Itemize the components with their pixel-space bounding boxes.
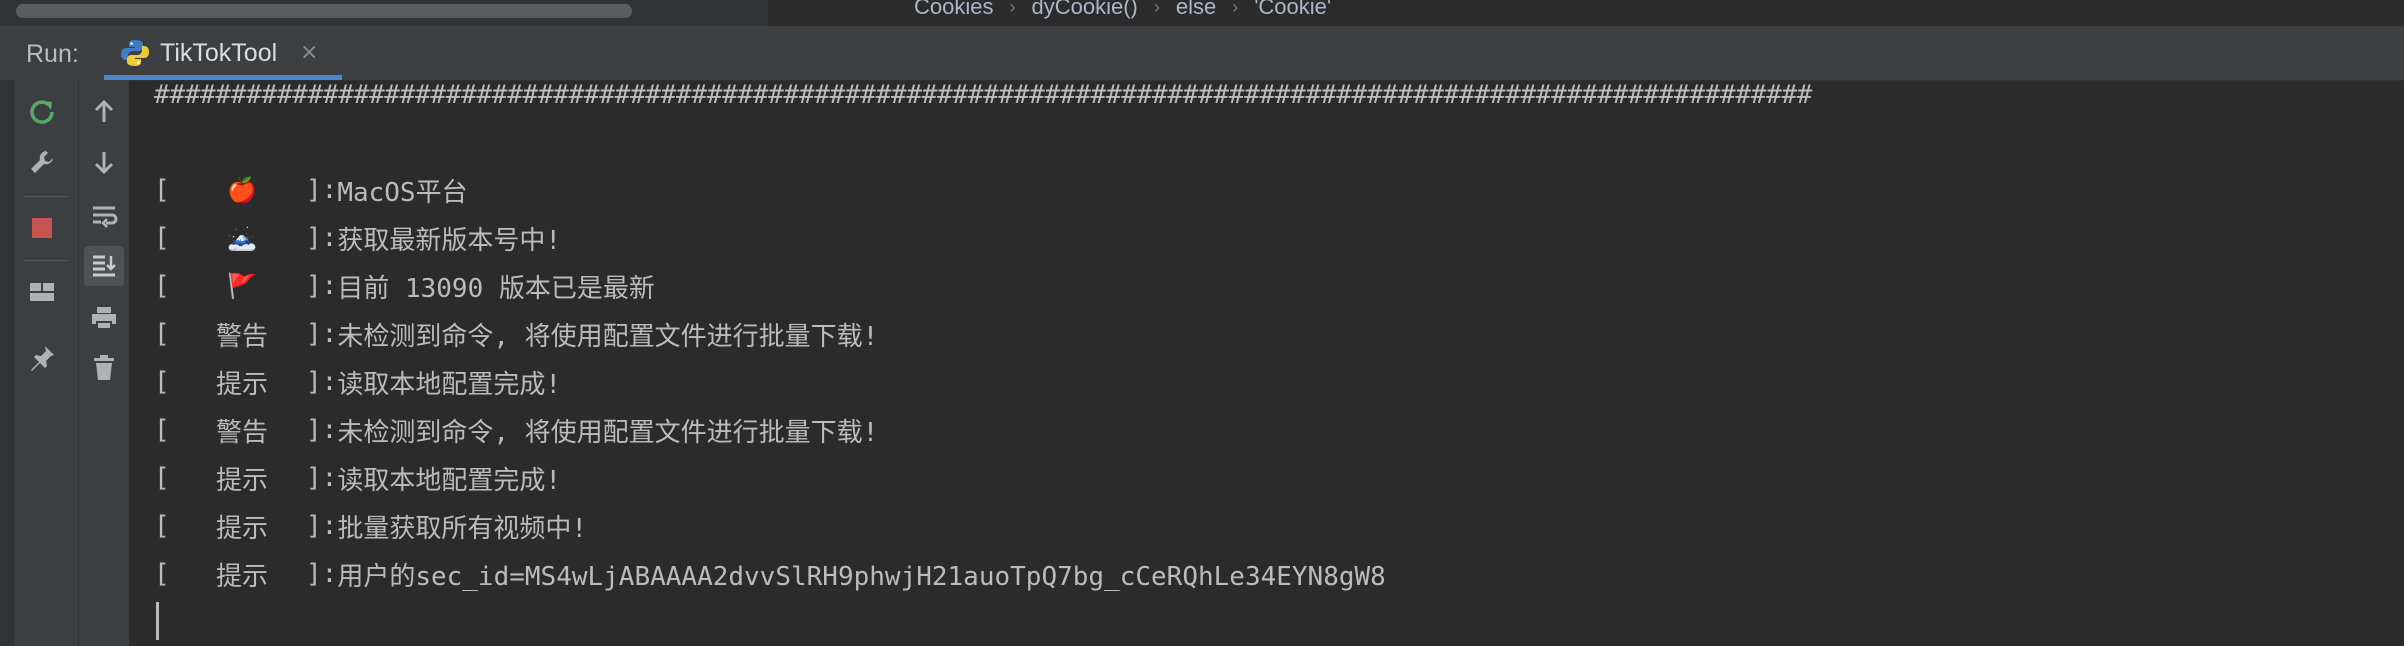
layout-button[interactable] xyxy=(22,272,62,312)
stop-icon xyxy=(32,218,52,238)
clear-all-button[interactable] xyxy=(84,348,124,388)
log-line: [ 提示]: 读取本地配置完成! xyxy=(154,362,561,402)
layout-icon xyxy=(30,283,54,301)
bracket-open: [ xyxy=(154,175,170,205)
bracket-open: [ xyxy=(154,223,170,253)
soft-wrap-button[interactable] xyxy=(84,196,124,236)
mountain-icon: 🗻 xyxy=(227,224,257,252)
settings-button[interactable] xyxy=(22,142,62,182)
log-line: [ 警告]: 未检测到命令, 将使用配置文件进行批量下载! xyxy=(154,410,878,450)
bracket-close: ]: xyxy=(306,367,338,397)
separator-line: ########################################… xyxy=(154,80,1813,110)
previous-occurrence-button[interactable] xyxy=(84,92,124,132)
bracket-open: [ xyxy=(154,511,170,541)
breadcrumb: Cookies › dyCookie() › else › 'Cookie' xyxy=(914,0,1331,20)
bracket-open: [ xyxy=(154,463,170,493)
bracket-open: [ xyxy=(154,319,170,349)
console-output[interactable]: ########################################… xyxy=(154,78,2384,646)
horizontal-scrollbar[interactable] xyxy=(16,4,632,18)
left-edge-strip xyxy=(0,80,14,646)
bracket-open: [ xyxy=(154,367,170,397)
log-tag: 警告 xyxy=(215,321,268,352)
pin-tab-button[interactable] xyxy=(22,338,62,378)
run-label: Run: xyxy=(26,40,79,68)
log-tag: 警告 xyxy=(215,417,268,448)
log-message: 目前 13090 版本已是最新 xyxy=(337,273,655,304)
run-tab-label: TikTokTool xyxy=(160,39,278,67)
scroll-to-end-icon xyxy=(93,255,116,277)
print-icon xyxy=(92,307,116,330)
log-line: [ 警告]: 未检测到命令, 将使用配置文件进行批量下载! xyxy=(154,314,878,354)
bracket-close: ]: xyxy=(306,319,338,349)
bracket-close: ]: xyxy=(306,223,338,253)
log-message: 未检测到命令, 将使用配置文件进行批量下载! xyxy=(337,321,879,352)
bracket-open: [ xyxy=(154,559,170,589)
log-message: 获取最新版本号中! xyxy=(337,225,561,256)
bracket-close: ]: xyxy=(306,415,338,445)
bracket-close: ]: xyxy=(306,511,338,541)
breadcrumb-item-cookie-string[interactable]: 'Cookie' xyxy=(1254,0,1331,20)
run-toolbar-primary xyxy=(14,80,78,646)
log-line: [ 提示]: 用户的sec_id=MS4wLjABAAAA2dvvSlRH9phwj… xyxy=(154,554,1386,594)
log-message: 批量获取所有视频中! xyxy=(337,513,587,544)
run-tab-tiktoktool[interactable]: TikTokTool × xyxy=(104,26,342,80)
flag-icon: 🚩 xyxy=(227,272,257,300)
bracket-close: ]: xyxy=(306,559,338,589)
log-tag: 提示 xyxy=(215,513,268,544)
breadcrumb-item-dycookie[interactable]: dyCookie() xyxy=(1031,0,1137,20)
python-icon xyxy=(120,38,150,68)
breadcrumb-separator: › xyxy=(1232,0,1239,17)
editor-gutter-area xyxy=(0,0,768,26)
apple-icon: 🍎 xyxy=(227,176,257,204)
trash-icon xyxy=(94,355,114,380)
breadcrumb-item-else[interactable]: else xyxy=(1176,0,1216,20)
bracket-open: [ xyxy=(154,271,170,301)
toolbar-divider xyxy=(24,260,68,261)
rerun-button[interactable] xyxy=(22,92,62,132)
pin-icon xyxy=(31,346,54,371)
log-line: [ 提示]: 读取本地配置完成! xyxy=(154,458,561,498)
log-message: 读取本地配置完成! xyxy=(337,465,561,496)
bracket-close: ]: xyxy=(306,271,338,301)
breadcrumb-separator: › xyxy=(1153,0,1160,17)
log-message: 未检测到命令, 将使用配置文件进行批量下载! xyxy=(337,417,879,448)
run-toolbar-secondary xyxy=(78,80,129,646)
log-line: [ 提示]: 批量获取所有视频中! xyxy=(154,506,587,546)
next-occurrence-button[interactable] xyxy=(84,142,124,182)
soft-wrap-icon xyxy=(93,206,118,228)
bracket-open: [ xyxy=(154,415,170,445)
log-message: MacOS平台 xyxy=(337,177,468,208)
close-icon[interactable]: × xyxy=(300,40,318,65)
arrow-down-icon xyxy=(94,152,114,175)
editor-breadcrumb-bar: Cookies › dyCookie() › else › 'Cookie' xyxy=(0,0,2404,26)
stop-button[interactable] xyxy=(22,208,62,248)
arrow-up-icon xyxy=(94,99,114,122)
print-button[interactable] xyxy=(84,298,124,338)
rerun-icon xyxy=(30,100,54,124)
breadcrumb-separator: › xyxy=(1009,0,1016,17)
scroll-to-end-button[interactable] xyxy=(84,246,124,286)
log-message: 用户的sec_id=MS4wLjABAAAA2dvvSlRH9phwjH21au… xyxy=(337,561,1386,592)
log-tag: 提示 xyxy=(215,465,268,496)
bracket-close: ]: xyxy=(306,463,338,493)
log-line: [ 🗻]: 获取最新版本号中! xyxy=(154,218,561,258)
text-cursor xyxy=(156,602,159,640)
breadcrumb-item-cookies[interactable]: Cookies xyxy=(914,0,993,20)
log-tag: 提示 xyxy=(215,561,268,592)
log-line: [ 🚩]: 目前 13090 版本已是最新 xyxy=(154,266,655,306)
log-line: [ 🍎]: MacOS平台 xyxy=(154,170,468,210)
log-tag: 提示 xyxy=(215,369,268,400)
bracket-close: ]: xyxy=(306,175,338,205)
run-tool-window-header: Run: TikTokTool × xyxy=(0,26,2404,81)
wrench-icon xyxy=(31,151,53,173)
toolbar-divider xyxy=(24,196,68,197)
log-message: 读取本地配置完成! xyxy=(337,369,561,400)
